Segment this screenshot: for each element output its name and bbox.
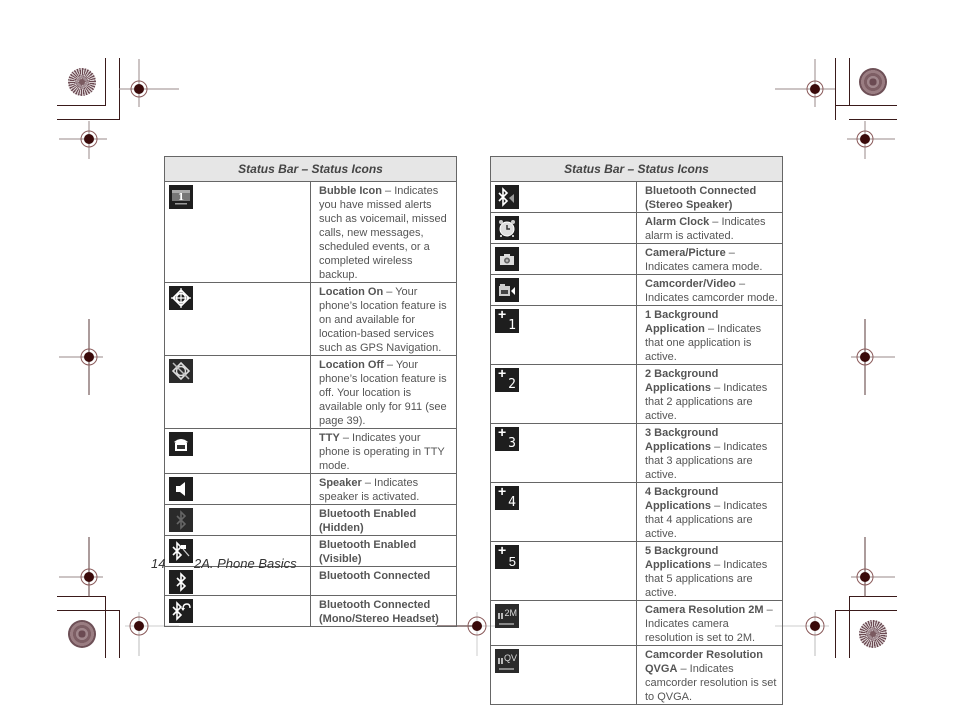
camcorder-icon (495, 278, 519, 302)
bubble-icon: 1 (169, 185, 193, 209)
table-row: +4 4 Background Applications – Indicates… (490, 482, 783, 542)
row-title: Bluetooth Connected (319, 570, 431, 582)
table-row: +5 5 Background Applications – Indicates… (490, 541, 783, 601)
registration-target (59, 537, 103, 597)
camcorder-resolution-qvga-icon: QV (495, 649, 519, 673)
row-title: 2 Background Applications (645, 368, 719, 394)
background-app-2-icon: +2 (495, 368, 519, 392)
row-title: Bluetooth Enabled (Hidden) (319, 508, 417, 534)
registration-target (847, 121, 895, 159)
row-title: Camera/Picture (645, 247, 726, 259)
table-row: Location Off – Your phone’s location fea… (164, 355, 457, 429)
registration-target (59, 319, 103, 395)
row-title: Location On (319, 286, 384, 298)
camera-icon (495, 247, 519, 271)
table-row: +3 3 Background Applications – Indicates… (490, 423, 783, 483)
table-row: Camcorder/Video – Indicates camcorder mo… (490, 274, 783, 306)
location-on-icon (169, 286, 193, 310)
table-row: QV Camcorder Resolution QVGA – Indicates… (490, 645, 783, 705)
table-row: 2M Camera Resolution 2M – Indicates came… (490, 600, 783, 646)
bluetooth-visible-icon (169, 539, 193, 563)
table-header: Status Bar – Status Icons (164, 156, 457, 182)
row-title: 4 Background Applications (645, 486, 719, 512)
table-row: 1 Bubble Icon – Indicates you have misse… (164, 181, 457, 283)
svg-text:1: 1 (178, 193, 184, 203)
registration-target (59, 121, 107, 159)
row-description: Indicates camera mode. (645, 261, 763, 273)
table-row: Camera/Picture – Indicates camera mode. (490, 243, 783, 275)
row-title: Bluetooth Connected (Mono/Stereo Headset… (319, 599, 439, 625)
table-row: TTY – Indicates your phone is operating … (164, 428, 457, 474)
row-description: Indicates you have missed alerts such as… (319, 185, 447, 281)
table-row: Bluetooth Connected (Mono/Stereo Headset… (164, 595, 457, 627)
speaker-icon (169, 477, 193, 501)
registration-target (119, 59, 179, 107)
bluetooth-hidden-icon (169, 508, 193, 532)
row-title: Camera Resolution 2M (645, 604, 764, 616)
background-app-3-icon: +3 (495, 427, 519, 451)
table-row: +2 2 Background Applications – Indicates… (490, 364, 783, 424)
table-row: Speaker – Indicates speaker is activated… (164, 473, 457, 505)
row-title: 5 Background Applications (645, 545, 719, 571)
background-app-1-icon: +1 (495, 309, 519, 333)
section-title: 2A. Phone Basics (194, 556, 297, 571)
registration-target (851, 319, 895, 395)
bluetooth-stereo-speaker-icon (495, 185, 519, 209)
registration-target (851, 537, 895, 597)
table-row: +1 1 Background Application – Indicates … (490, 305, 783, 365)
bluetooth-connected-icon (169, 570, 193, 594)
page-number: 14 (151, 556, 166, 571)
registration-targets (59, 59, 895, 656)
row-description: Indicates camera resolution is set to 2M… (645, 618, 756, 644)
tty-icon (169, 432, 193, 456)
row-title: Speaker (319, 477, 362, 489)
table-row: Alarm Clock – Indicates alarm is activat… (490, 212, 783, 244)
bluetooth-headset-icon (169, 599, 193, 623)
row-title: 3 Background Applications (645, 427, 719, 453)
row-description: Indicates camcorder mode. (645, 292, 778, 304)
registration-target (775, 59, 835, 107)
camera-resolution-2m-icon: 2M (495, 604, 519, 628)
table-row: Bluetooth Connected (Stereo Speaker) (490, 181, 783, 213)
background-app-4-icon: +4 (495, 486, 519, 510)
row-title: Bubble Icon (319, 185, 382, 197)
background-app-5-icon: +5 (495, 545, 519, 569)
table-row: Bluetooth Enabled (Hidden) (164, 504, 457, 536)
row-title: Camcorder/Video (645, 278, 736, 290)
table-header: Status Bar – Status Icons (490, 156, 783, 182)
location-off-icon (169, 359, 193, 383)
row-title: Bluetooth Connected (Stereo Speaker) (645, 185, 757, 211)
row-title: Alarm Clock (645, 216, 710, 228)
table-row: Location On – Your phone’s location feat… (164, 282, 457, 356)
status-icons-table-right: Status Bar – Status Icons Bluetooth Conn… (490, 156, 783, 705)
alarm-clock-icon (495, 216, 519, 240)
row-title: Bluetooth Enabled (Visible) (319, 539, 417, 565)
row-title: TTY (319, 432, 340, 444)
registration-target (775, 612, 829, 656)
row-title: Location Off (319, 359, 384, 371)
